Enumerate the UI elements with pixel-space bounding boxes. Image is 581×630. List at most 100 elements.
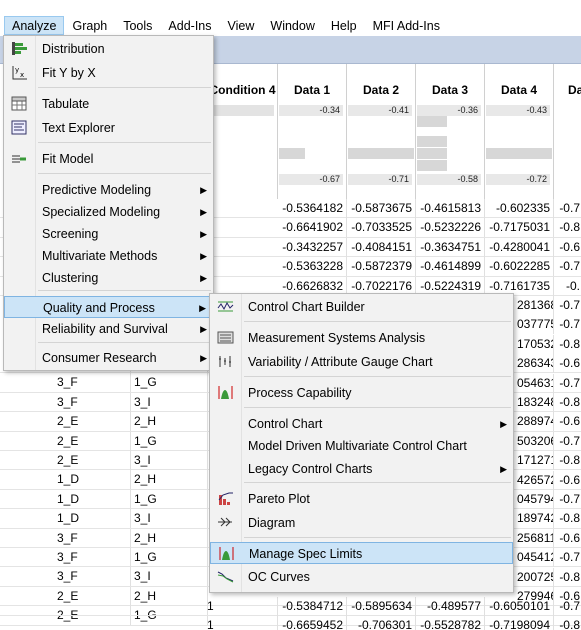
table-cell[interactable]: 200725 — [514, 567, 554, 587]
analyze-item-text-explorer[interactable]: Text Explorer — [4, 117, 213, 139]
table-cell[interactable]: -0.5364182 — [278, 199, 347, 218]
table-cell[interactable]: -0.8 — [554, 616, 581, 630]
table-cell[interactable]: -0.8 — [554, 451, 581, 470]
column-header-condition-4[interactable]: Condition 4 — [208, 64, 278, 199]
analyze-item-consumer-research[interactable]: Consumer Research ▶ — [4, 347, 213, 369]
table-cell[interactable]: 1 — [204, 616, 278, 630]
menu-mfi-add-ins[interactable]: MFI Add-Ins — [365, 16, 448, 35]
table-cell[interactable]: 183248 — [514, 393, 554, 412]
table-cell[interactable]: -0.8 — [554, 509, 581, 528]
analyze-item-fit-y-by-x[interactable]: y x Fit Y by X — [4, 62, 213, 84]
table-cell[interactable]: -0.7 — [554, 490, 581, 509]
table-cell[interactable]: -0.6 — [554, 238, 581, 257]
table-cell[interactable]: -0.5895634 — [347, 597, 416, 616]
table-cell[interactable]: -0.5528782 — [416, 616, 485, 630]
table-cell[interactable]: -0.7033525 — [347, 218, 416, 238]
table-cell[interactable]: 171271 — [514, 451, 554, 471]
analyze-item-predictive-modeling[interactable]: Predictive Modeling ▶ — [4, 179, 213, 201]
menu-help[interactable]: Help — [323, 16, 365, 35]
table-cell[interactable]: -0.8 — [554, 218, 581, 237]
column-header-data-2[interactable]: Data 2 -0.41 -0.71 — [347, 64, 416, 199]
quality-item-process-capability[interactable]: Process Capability — [210, 382, 513, 404]
quality-item-diagram[interactable]: Diagram — [210, 512, 513, 534]
table-cell[interactable]: -0.8 — [554, 568, 581, 587]
table-cell[interactable]: -0.4614899 — [416, 257, 485, 277]
table-cell[interactable]: -0.6022285 — [485, 257, 554, 277]
table-cell[interactable]: -0.7 — [554, 315, 581, 334]
table-cell[interactable]: -0. — [554, 277, 581, 296]
table-cell[interactable]: -0.4084151 — [347, 237, 416, 257]
quality-item-model-driven-multivariate-control-chart[interactable]: Model Driven Multivariate Control Chart — [210, 435, 513, 457]
table-cell[interactable]: 045412 — [514, 548, 554, 568]
table-cell[interactable]: 170532 — [514, 334, 554, 354]
table-cell[interactable]: -0.6 — [554, 412, 581, 431]
quality-item-variability-attribute-gauge-chart[interactable]: Variability / Attribute Gauge Chart — [210, 351, 513, 373]
quality-item-measurement-systems-analysis[interactable]: Measurement Systems Analysis — [210, 327, 513, 349]
menu-graph[interactable]: Graph — [64, 16, 115, 35]
menu-view[interactable]: View — [220, 16, 263, 35]
table-cell[interactable]: -0.4280041 — [485, 237, 554, 257]
table-cell[interactable]: 503206 — [514, 431, 554, 451]
table-cell[interactable]: -0.7 — [554, 432, 581, 451]
menu-tools[interactable]: Tools — [115, 16, 160, 35]
quality-item-control-chart-builder[interactable]: Control Chart Builder — [210, 296, 513, 318]
table-cell[interactable]: 286343 — [514, 354, 554, 374]
table-cell[interactable]: -0.7175031 — [485, 218, 554, 238]
table-cell[interactable]: -0.5363228 — [278, 257, 347, 277]
analyze-item-screening[interactable]: Screening ▶ — [4, 223, 213, 245]
column-header-data-4[interactable]: Data 4 -0.43 -0.72 — [485, 64, 554, 199]
table-cell[interactable]: -0.8 — [554, 393, 581, 412]
quality-item-control-chart[interactable]: Control Chart ▶ — [210, 413, 513, 435]
menu-window[interactable]: Window — [262, 16, 322, 35]
analyze-item-reliability-and-survival[interactable]: Reliability and Survival ▶ — [4, 318, 213, 340]
table-cell[interactable]: -0.6641902 — [278, 218, 347, 238]
column-header-data-3[interactable]: Data 3 -0.36 -0.58 — [416, 64, 485, 199]
table-cell[interactable]: -0.4615813 — [416, 199, 485, 218]
table-cell[interactable]: -0.6050101 — [485, 597, 554, 616]
table-cell[interactable]: -0.7 — [554, 296, 581, 315]
table-cell[interactable]: -0.8 — [554, 335, 581, 354]
table-cell[interactable]: -0.6 — [554, 354, 581, 373]
table-cell[interactable]: -0.5232226 — [416, 218, 485, 238]
analyze-item-distribution[interactable]: Distribution — [4, 38, 213, 60]
table-cell[interactable]: 281368 — [514, 296, 554, 315]
table-cell[interactable]: -0.5384712 — [278, 597, 347, 616]
table-cell[interactable]: -0.6659452 — [278, 616, 347, 630]
analyze-item-fit-model[interactable]: Fit Model — [4, 148, 213, 170]
table-cell[interactable]: 189742 — [514, 509, 554, 529]
table-cell[interactable]: -0.7 — [554, 199, 581, 218]
table-cell[interactable]: -0.7 — [554, 597, 581, 616]
analyze-item-tabulate[interactable]: Tabulate — [4, 93, 213, 115]
table-cell[interactable]: 288974 — [514, 412, 554, 432]
analyze-item-clustering[interactable]: Clustering ▶ — [4, 267, 213, 289]
table-cell[interactable]: -0.602335 — [485, 199, 554, 218]
table-cell[interactable]: -0.7 — [554, 257, 581, 276]
table-cell[interactable]: -0.3634751 — [416, 237, 485, 257]
table-cell[interactable]: -0.7198094 — [485, 616, 554, 630]
quality-item-legacy-control-charts[interactable]: Legacy Control Charts ▶ — [210, 458, 513, 480]
table-cell[interactable]: 045794 — [514, 490, 554, 509]
table-cell[interactable]: -0.7 — [554, 374, 581, 393]
column-header-data-5[interactable]: Da — [554, 64, 581, 199]
table-cell[interactable]: 1 — [204, 597, 278, 616]
table-cell[interactable]: 256811 — [514, 528, 554, 548]
table-cell[interactable]: -0.6 — [554, 529, 581, 548]
table-cell[interactable]: 426572 — [514, 470, 554, 490]
table-cell[interactable]: 037775 — [514, 315, 554, 335]
quality-item-manage-spec-limits[interactable]: Manage Spec Limits — [210, 542, 513, 564]
table-cell[interactable]: -0.5873675 — [347, 199, 416, 218]
table-row[interactable]: 1 -0.5384712 -0.5895634 -0.489577 -0.6050101… — [0, 597, 581, 617]
column-header-data-1[interactable]: Data 1 -0.34 -0.67 — [278, 64, 347, 199]
analyze-item-quality-and-process[interactable]: Quality and Process ▶ — [4, 296, 213, 318]
analyze-item-specialized-modeling[interactable]: Specialized Modeling ▶ — [4, 201, 213, 223]
table-row[interactable]: 1 -0.6659452 -0.706301 -0.5528782 -0.7198094… — [0, 616, 581, 630]
table-cell[interactable]: -0.706301 — [347, 616, 416, 630]
table-cell[interactable]: -0.3432257 — [278, 237, 347, 257]
table-cell[interactable]: -0.5872379 — [347, 257, 416, 277]
analyze-item-multivariate-methods[interactable]: Multivariate Methods ▶ — [4, 245, 213, 267]
table-cell[interactable]: -0.7 — [554, 548, 581, 567]
table-cell[interactable]: 054631 — [514, 373, 554, 393]
menu-add-ins[interactable]: Add-Ins — [160, 16, 219, 35]
table-cell[interactable]: -0.6 — [554, 471, 581, 490]
menu-analyze[interactable]: Analyze — [4, 15, 65, 35]
